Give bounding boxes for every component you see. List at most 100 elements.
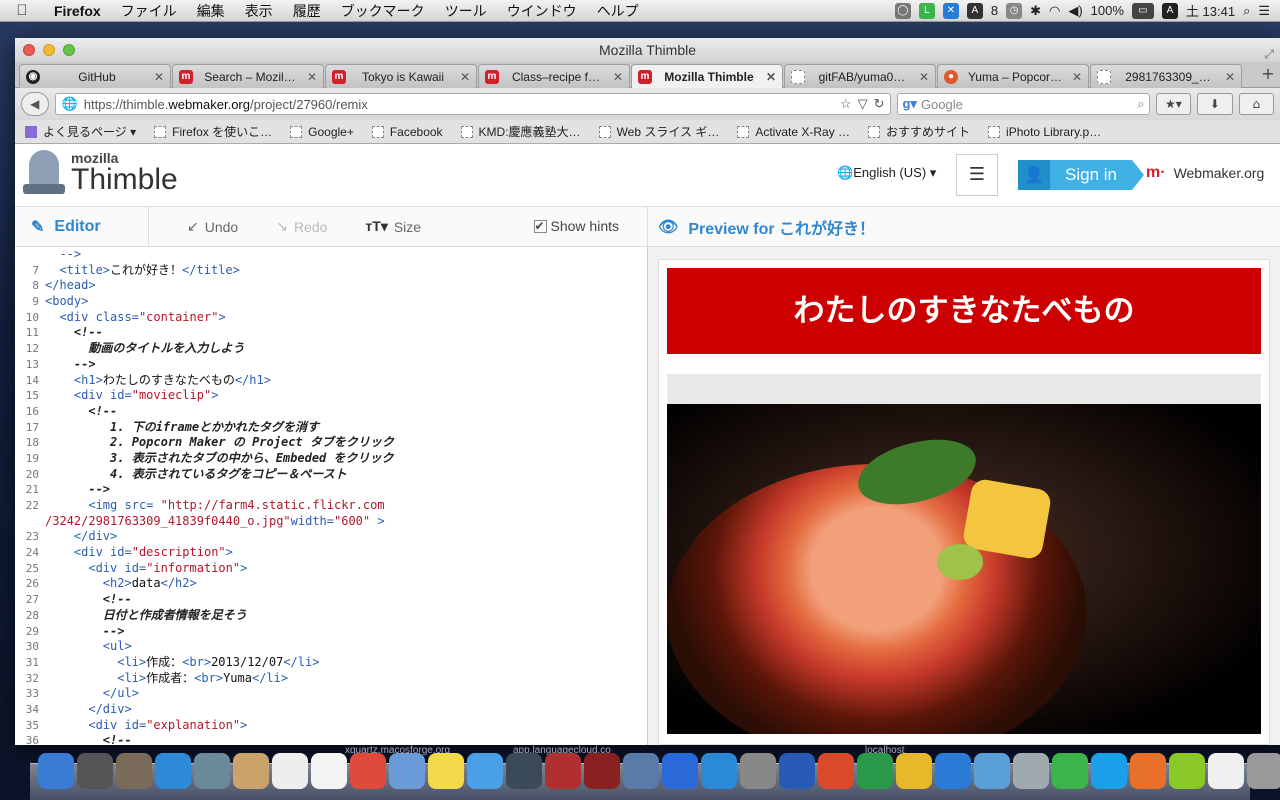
code-line[interactable]: 17 1. 下のiframeとかかれたタグを消す [15, 420, 647, 436]
code-text[interactable]: 2. Popcorn Maker の Project タブをクリック [45, 435, 394, 451]
code-line[interactable]: --> [15, 247, 647, 263]
show-hints-toggle[interactable]: ✔ Show hints [533, 218, 619, 234]
code-line[interactable]: 18 2. Popcorn Maker の Project タブをクリック [15, 435, 647, 451]
network-icon[interactable] [974, 753, 1010, 789]
code-text[interactable]: <!-- [45, 404, 117, 420]
code-line[interactable]: 13 --> [15, 357, 647, 373]
menu-history[interactable]: 履歴 [283, 1, 331, 21]
code-line[interactable]: 12 動画のタイトルを入力しよう [15, 341, 647, 357]
photo-booth-icon[interactable] [545, 753, 581, 789]
code-text[interactable]: 日付と作成者情報を足そう [45, 608, 247, 624]
code-line[interactable]: 15 <div id="movieclip"> [15, 388, 647, 404]
time-machine-icon[interactable]: ◷ [1006, 2, 1023, 19]
facetime-icon[interactable] [506, 753, 542, 789]
code-text[interactable]: /3242/2981763309_41839f0440_o.jpg"width=… [45, 514, 385, 530]
excel-icon[interactable] [857, 753, 893, 789]
bluetooth-icon[interactable]: ✱ [1030, 3, 1041, 19]
code-text[interactable]: 3. 表示されたタブの中から、Embeded をクリック [45, 451, 393, 467]
code-line[interactable]: 19 3. 表示されたタブの中から、Embeded をクリック [15, 451, 647, 467]
code-editor[interactable]: --> 7 <title>これが好き！</title> 8 </head> 9 <body… [15, 247, 648, 745]
hamburger-menu-button[interactable]: ☰ [956, 154, 998, 196]
volume-icon[interactable]: ◀) [1068, 3, 1082, 19]
preview-pane[interactable]: わたしのすきなたべもの [648, 247, 1280, 745]
code-line[interactable]: 9 <body> [15, 294, 647, 310]
menu-window[interactable]: ウインドウ [497, 1, 587, 21]
code-line[interactable]: 10 <div class="container"> [15, 310, 647, 326]
code-text[interactable]: <li>作成：<br>2013/12/07</li> [45, 655, 319, 671]
tab-search-mozilla[interactable]: m Search – Mozil… ✕ [172, 64, 324, 88]
menu-view[interactable]: 表示 [235, 1, 283, 21]
sign-in-button[interactable]: 👤 Sign in [1018, 160, 1144, 190]
close-tab-icon[interactable]: ✕ [307, 70, 317, 84]
thimble-logo[interactable]: mozilla Thimble [23, 150, 178, 196]
skype-icon[interactable] [1091, 753, 1127, 789]
zoom-window-button[interactable] [63, 44, 75, 56]
tab-github[interactable]: ◉ GitHub ✕ [19, 64, 171, 88]
editor-tab[interactable]: ✎ Editor [15, 206, 149, 247]
reload-icon[interactable]: ↻ [874, 96, 885, 112]
bookmark-firefox-guide[interactable]: Firefox を使いこ… [154, 123, 272, 140]
outlook-icon[interactable] [896, 753, 932, 789]
google-icon[interactable]: g▾ [902, 96, 916, 112]
bookmark-recommended[interactable]: おすすめサイト [868, 123, 970, 140]
redo-button[interactable]: ↘ Redo [276, 218, 327, 235]
close-tab-icon[interactable]: ✕ [1072, 70, 1082, 84]
adobe-icon[interactable]: A [966, 2, 983, 19]
close-tab-icon[interactable]: ✕ [766, 70, 776, 84]
close-tab-icon[interactable]: ✕ [460, 70, 470, 84]
code-text[interactable]: <div id="explanation"> [45, 718, 247, 734]
line-icon[interactable] [1052, 753, 1088, 789]
launchpad-icon[interactable] [77, 753, 113, 789]
tab-class-recipe[interactable]: m Class–recipe f… ✕ [478, 64, 630, 88]
code-text[interactable]: <h2>data</h2> [45, 576, 197, 592]
powerpoint-icon[interactable] [818, 753, 854, 789]
code-text[interactable]: <title>これが好き！</title> [45, 263, 239, 279]
stickies-icon[interactable] [428, 753, 464, 789]
menu-edit[interactable]: 編集 [187, 1, 235, 21]
code-line[interactable]: 20 4. 表示されているタグをコピー＆ペースト [15, 467, 647, 483]
preview-icon[interactable] [623, 753, 659, 789]
remote-desktop-icon[interactable] [1013, 753, 1049, 789]
bookmark-kmd[interactable]: KMD:慶應義塾大… [460, 123, 581, 140]
reminders-icon[interactable] [311, 753, 347, 789]
safari-icon[interactable] [155, 753, 191, 789]
code-text[interactable]: <body> [45, 294, 88, 310]
code-text[interactable]: </head> [45, 278, 96, 294]
wifi-icon[interactable]: ◠ [1049, 3, 1060, 19]
search-icon[interactable]: ⌕ [1137, 96, 1144, 112]
code-text[interactable]: 4. 表示されているタグをコピー＆ペースト [45, 467, 347, 483]
address-book-icon[interactable] [233, 753, 269, 789]
tab-image[interactable]: 2981763309_… ✕ [1090, 64, 1242, 88]
search-field[interactable]: g▾ Google ⌕ [897, 93, 1150, 115]
dropdown-icon[interactable]: ▽ [858, 96, 868, 112]
bookmark-web-slice[interactable]: Web スライス ギ… [598, 123, 719, 140]
tab-tokyo-is-kawaii[interactable]: m Tokyo is Kawaii ✕ [325, 64, 477, 88]
lime-icon[interactable] [1169, 753, 1205, 789]
menu-file[interactable]: ファイル [111, 1, 187, 21]
system-preferences-icon[interactable] [740, 753, 776, 789]
tab-gitfab[interactable]: gitFAB/yuma0… ✕ [784, 64, 936, 88]
iphoto-icon[interactable] [389, 753, 425, 789]
code-text[interactable]: 動画のタイトルを入力しよう [45, 341, 244, 357]
calendar-icon[interactable] [272, 753, 308, 789]
url-text[interactable]: https://thimble.webmaker.org/project/279… [84, 97, 834, 112]
back-button[interactable]: ◀ [21, 92, 49, 116]
code-text[interactable]: <!-- [45, 325, 103, 341]
word-icon[interactable] [779, 753, 815, 789]
downloads-button[interactable]: ⬇ [1197, 93, 1233, 115]
code-text[interactable]: --> [45, 482, 110, 498]
chat-icon[interactable]: ◯ [894, 2, 911, 19]
code-line[interactable]: 34 </div> [15, 702, 647, 718]
close-tab-icon[interactable]: ✕ [613, 70, 623, 84]
webmaker-link[interactable]: m· Webmaker.org [1146, 164, 1264, 182]
apple-menu-icon[interactable]:  [0, 2, 44, 19]
tab-mozilla-thimble[interactable]: m Mozilla Thimble ✕ [631, 64, 783, 88]
document-icon[interactable] [1208, 753, 1244, 789]
code-text[interactable]: <h1>わたしのすきなたべもの</h1> [45, 373, 271, 389]
code-line[interactable]: 28 日付と作成者情報を足そう [15, 608, 647, 624]
bookmark-activate-xray[interactable]: Activate X-Ray … [737, 125, 850, 139]
code-line[interactable]: 32 <li>作成者：<br>Yuma</li> [15, 671, 647, 687]
trash-icon[interactable] [1247, 753, 1280, 789]
code-line[interactable]: 35 <div id="explanation"> [15, 718, 647, 734]
line-icon[interactable]: L [918, 2, 935, 19]
